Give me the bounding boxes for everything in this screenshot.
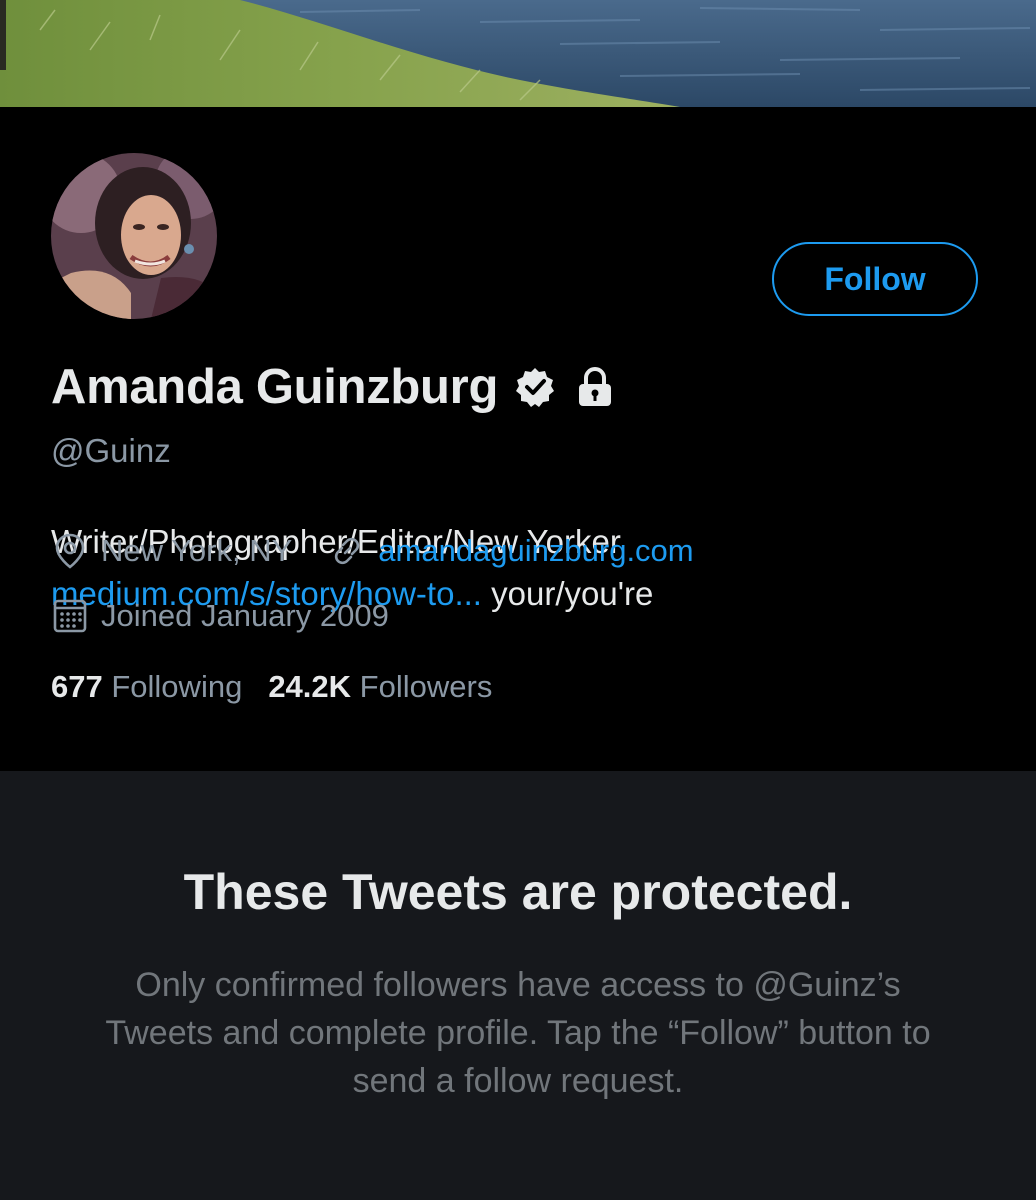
joined-text: Joined January 2009: [101, 598, 389, 633]
following-label: Following: [111, 669, 243, 704]
website-link[interactable]: amandaguinzburg.com: [378, 533, 693, 569]
calendar-icon: [51, 597, 89, 635]
followers-label: Followers: [359, 669, 493, 704]
followers-count: 24.2K: [268, 669, 352, 704]
following-stat[interactable]: 677 Following: [51, 669, 242, 705]
bio-suffix: your/you're: [481, 575, 654, 612]
header-banner-image[interactable]: [0, 0, 1036, 107]
link-icon: [328, 532, 366, 570]
following-count: 677: [51, 669, 103, 704]
display-name: Amanda Guinzburg: [51, 360, 499, 414]
name-row: Amanda Guinzburg: [51, 359, 616, 415]
lock-icon: [574, 366, 616, 408]
joined-row: Joined January 2009: [51, 597, 389, 635]
protected-body: Only confirmed followers have access to …: [105, 966, 931, 1100]
location-pin-icon: [51, 532, 89, 570]
verified-badge-icon: [514, 366, 556, 408]
location-website-row: New York, NY amandaguinzburg.com: [51, 532, 694, 570]
follow-button[interactable]: Follow: [772, 242, 978, 316]
profile-header: Follow Amanda Guinzburg @Guinz Writer/Ph…: [0, 107, 1036, 771]
follow-stats: 677 Following 24.2K Followers: [51, 669, 492, 705]
avatar-image: [51, 153, 217, 319]
protected-tweets-notice: These Tweets are protected. Only confirm…: [0, 771, 1036, 1200]
location-text: New York, NY: [101, 533, 293, 568]
avatar[interactable]: [43, 145, 225, 327]
user-handle: @Guinz: [51, 432, 171, 469]
protected-title: These Tweets are protected.: [183, 864, 853, 920]
followers-stat[interactable]: 24.2K Followers: [268, 669, 492, 705]
